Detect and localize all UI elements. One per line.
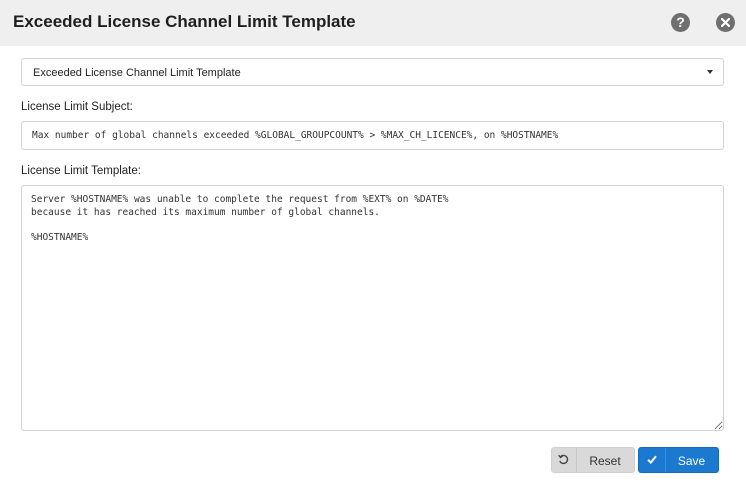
subject-label: License Limit Subject: xyxy=(21,101,133,113)
license-limit-dialog: Exceeded License Channel Limit Template … xyxy=(0,0,746,492)
close-icon[interactable] xyxy=(716,13,735,32)
template-textarea[interactable]: Server %HOSTNAME% was unable to complete… xyxy=(21,185,724,431)
save-button[interactable]: Save xyxy=(638,447,719,473)
template-label: License Limit Template: xyxy=(21,165,141,177)
check-icon xyxy=(639,448,666,472)
reset-button[interactable]: Reset xyxy=(551,447,635,473)
undo-icon xyxy=(552,448,577,472)
reset-button-label: Reset xyxy=(589,454,621,468)
subject-input[interactable] xyxy=(21,121,724,150)
template-select[interactable]: Exceeded License Channel Limit Template xyxy=(21,58,724,86)
dialog-header: Exceeded License Channel Limit Template … xyxy=(0,0,746,46)
template-select-value: Exceeded License Channel Limit Template xyxy=(33,67,241,79)
help-icon[interactable]: ? xyxy=(671,13,690,32)
dialog-title: Exceeded License Channel Limit Template xyxy=(13,12,356,31)
chevron-down-icon xyxy=(707,70,713,74)
save-button-label: Save xyxy=(677,454,706,468)
